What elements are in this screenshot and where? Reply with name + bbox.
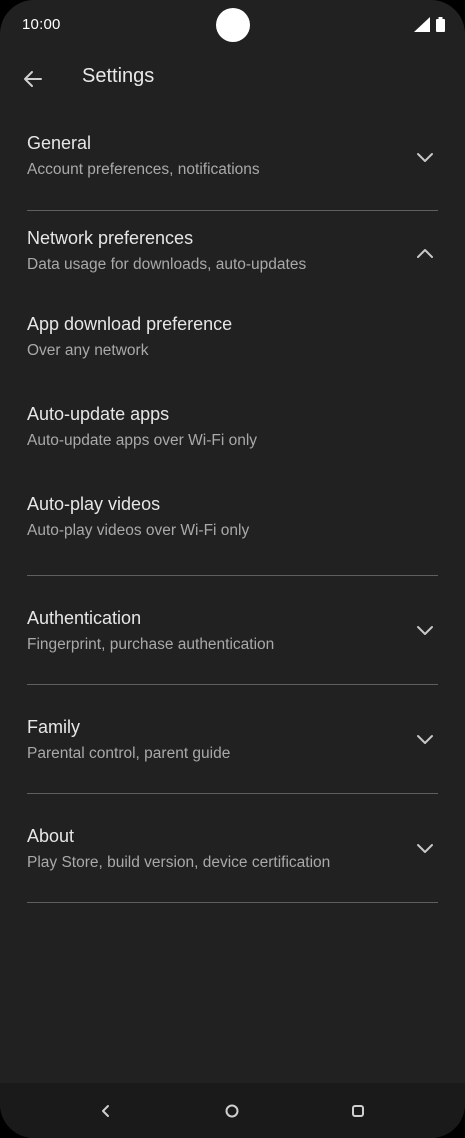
section-subtitle: Play Store, build version, device certif…	[27, 854, 331, 871]
setting-title: Auto-play videos	[27, 494, 161, 514]
nav-recents-icon	[352, 1105, 364, 1117]
section-title: About	[27, 826, 75, 846]
section-subtitle: Account preferences, notifications	[27, 161, 260, 178]
setting-title: App download preference	[27, 314, 233, 334]
divider	[27, 902, 438, 903]
chevron-down-icon	[417, 626, 433, 635]
section-family-header[interactable]: Family Parental control, parent guide	[0, 685, 465, 793]
system-nav-bar	[0, 1083, 465, 1138]
section-general: General Account preferences, notificatio…	[0, 116, 465, 211]
phone-screen: 10:00 Settings General Account preferenc…	[0, 0, 465, 1138]
chevron-up-icon	[417, 249, 433, 258]
page-title: Settings	[82, 65, 155, 87]
section-subtitle: Parental control, parent guide	[27, 745, 231, 762]
section-title: Authentication	[27, 608, 142, 628]
setting-auto-play-videos[interactable]: Auto-play videos Auto-play videos over W…	[0, 481, 465, 575]
signal-icon	[414, 17, 430, 32]
status-time: 10:00	[22, 16, 61, 33]
setting-title: Auto-update apps	[27, 404, 170, 424]
setting-app-download-preference[interactable]: App download preference Over any network	[0, 301, 465, 391]
setting-value: Auto-play videos over Wi-Fi only	[27, 522, 250, 539]
section-title: General	[27, 133, 92, 153]
chevron-down-icon	[417, 735, 433, 744]
section-title: Family	[27, 717, 80, 737]
section-network-header[interactable]: Network preferences Data usage for downl…	[0, 211, 465, 301]
nav-home-icon	[225, 1104, 239, 1118]
chevron-down-icon	[417, 153, 433, 162]
app-bar: Settings	[0, 54, 465, 102]
nav-back-icon	[102, 1105, 109, 1117]
section-authentication-header[interactable]: Authentication Fingerprint, purchase aut…	[0, 576, 465, 684]
section-general-header[interactable]: General Account preferences, notificatio…	[0, 116, 465, 210]
setting-value: Auto-update apps over Wi-Fi only	[27, 432, 258, 449]
camera-cutout	[216, 8, 250, 42]
setting-auto-update-apps[interactable]: Auto-update apps Auto-update apps over W…	[0, 391, 465, 481]
section-subtitle: Data usage for downloads, auto-updates	[27, 256, 307, 273]
section-subtitle: Fingerprint, purchase authentication	[27, 636, 275, 653]
back-button[interactable]	[18, 64, 48, 94]
battery-icon	[436, 17, 445, 32]
section-about: About Play Store, build version, device …	[0, 794, 465, 903]
section-network: Network preferences Data usage for downl…	[0, 211, 465, 576]
nav-back-button[interactable]	[94, 1099, 118, 1123]
nav-recents-button[interactable]	[346, 1099, 370, 1123]
section-family: Family Parental control, parent guide	[0, 685, 465, 794]
status-bar: 10:00	[0, 0, 465, 50]
setting-value: Over any network	[27, 342, 149, 359]
chevron-down-icon	[417, 844, 433, 853]
section-about-header[interactable]: About Play Store, build version, device …	[0, 794, 465, 902]
section-title: Network preferences	[27, 228, 194, 248]
status-icons	[414, 17, 445, 32]
arrow-back-icon	[24, 71, 42, 87]
section-authentication: Authentication Fingerprint, purchase aut…	[0, 576, 465, 685]
nav-home-button[interactable]	[220, 1099, 244, 1123]
settings-list: General Account preferences, notificatio…	[0, 116, 465, 903]
